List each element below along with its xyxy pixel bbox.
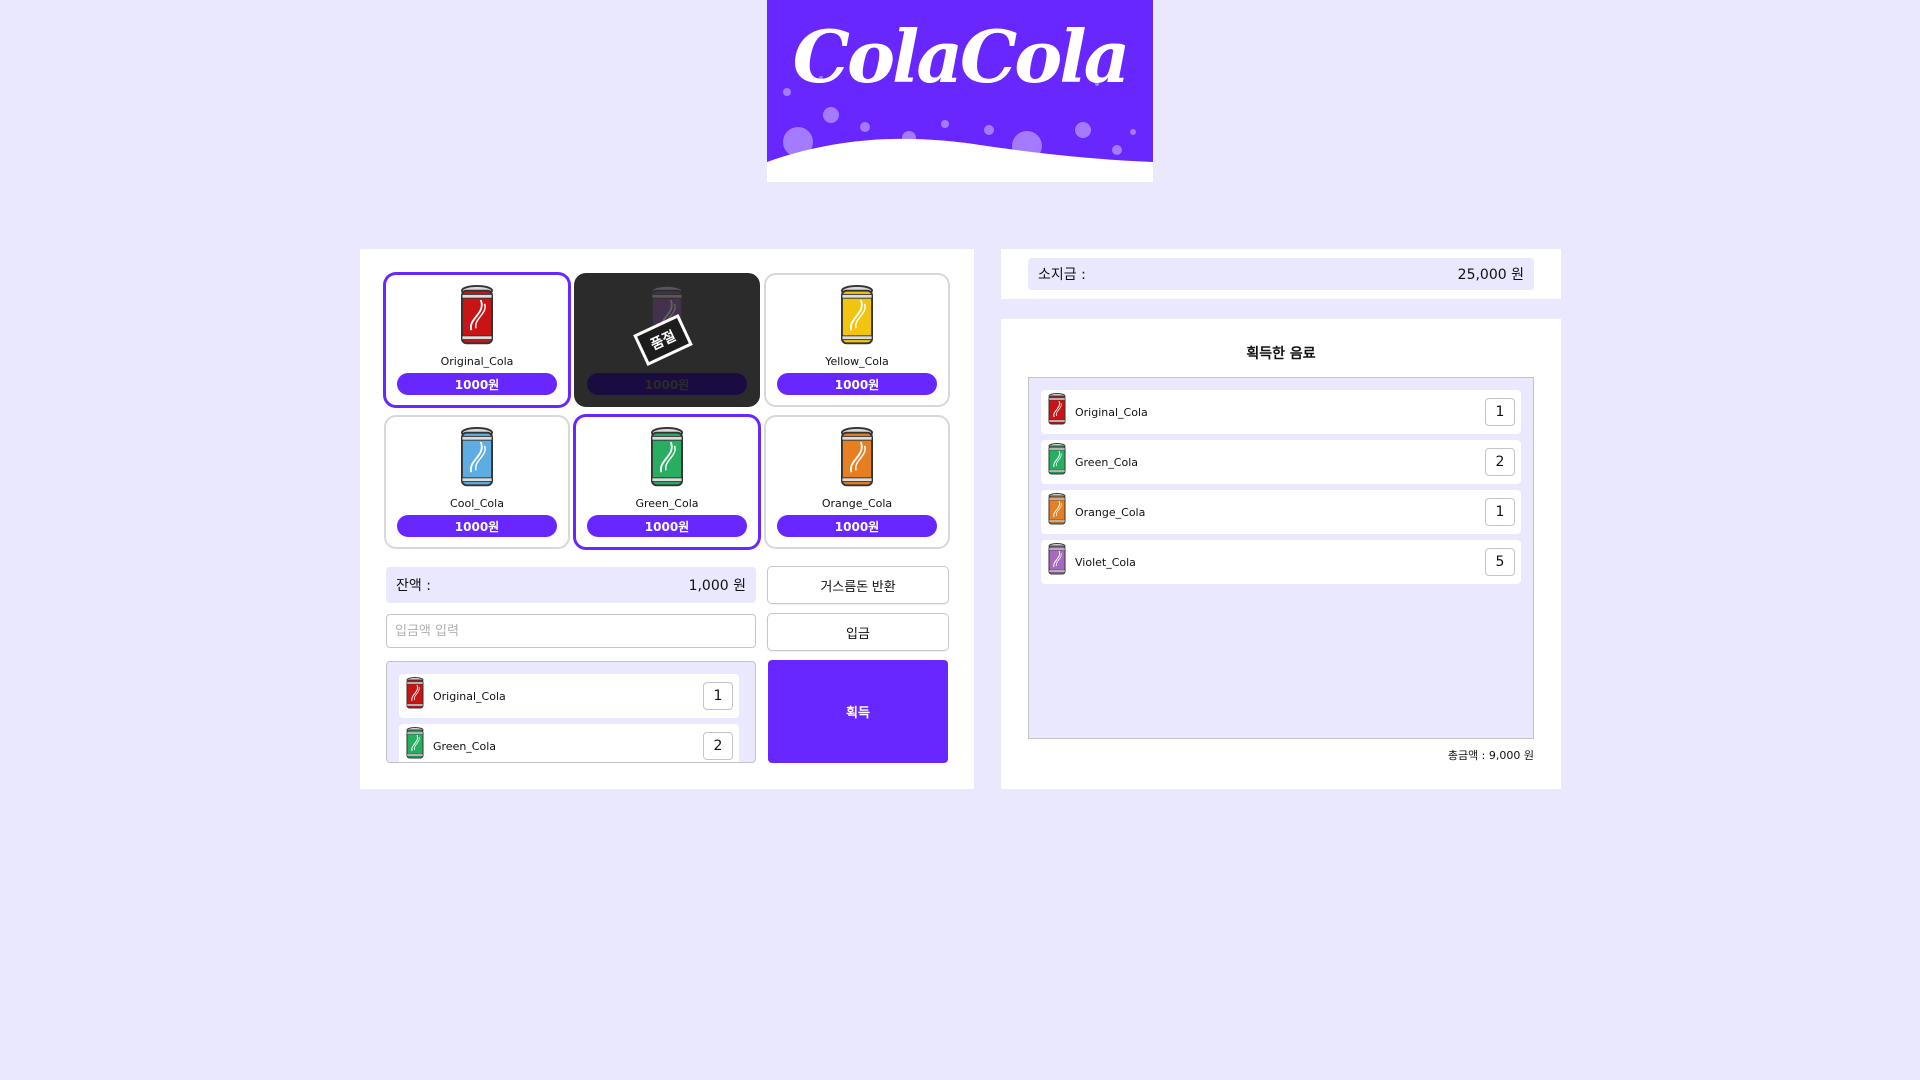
acquired-list[interactable]: Original_Cola 1 Green_Cola 2 Orange_Cola 1 Vio… xyxy=(1028,377,1534,739)
cola-price: 1000원 xyxy=(397,373,557,395)
list-item: Original_Cola 1 xyxy=(399,674,739,718)
deposit-input[interactable] xyxy=(386,614,756,648)
list-item: Green_Cola 2 xyxy=(1041,440,1521,484)
get-button[interactable]: 획득 xyxy=(768,660,948,763)
list-item: Green_Cola 2 xyxy=(399,724,739,762)
deposit-button[interactable]: 입금 xyxy=(768,614,948,650)
cola-can-icon xyxy=(838,285,876,353)
acquired-panel: 획득한 음료 Original_Cola 1 Green_Cola 2 Orange_C… xyxy=(1001,319,1561,789)
cola-name: Green_Cola xyxy=(635,497,699,510)
wallet-panel: 소지금 : 25,000 원 xyxy=(1001,249,1561,299)
cola-card[interactable]: Violet_Cola 1000원 품절 xyxy=(576,275,758,405)
cola-name: Original_Cola xyxy=(440,355,514,368)
balance-display: 잔액 : 1,000 원 xyxy=(386,567,756,603)
item-name: Original_Cola xyxy=(1075,405,1148,419)
cola-price: 1000원 xyxy=(587,515,747,537)
cola-can-icon xyxy=(405,727,425,762)
wallet-label: 소지금 : xyxy=(1038,267,1086,283)
cola-grid: Original_Cola 1000원 Violet_Cola 1000원 품절 Yell… xyxy=(386,275,948,547)
wallet-display: 소지금 : 25,000 원 xyxy=(1028,258,1534,290)
cola-price: 1000원 xyxy=(397,515,557,537)
list-item: Original_Cola 1 xyxy=(1041,390,1521,434)
return-change-button[interactable]: 거스름돈 반환 xyxy=(768,567,948,603)
cola-name: Cool_Cola xyxy=(450,497,504,510)
item-quantity: 1 xyxy=(1485,498,1515,526)
cola-price: 1000원 xyxy=(777,515,937,537)
item-quantity: 5 xyxy=(1485,548,1515,576)
list-item: Orange_Cola 1 xyxy=(1041,490,1521,534)
item-name: Green_Cola xyxy=(433,739,497,753)
cola-can-icon xyxy=(1047,443,1067,481)
cola-can-icon xyxy=(838,427,876,495)
cola-card[interactable]: Cool_Cola 1000원 xyxy=(386,417,568,547)
acquired-title: 획득한 음료 xyxy=(1246,346,1316,362)
cola-can-icon xyxy=(1047,493,1067,531)
cola-can-icon xyxy=(458,285,496,353)
item-name: Violet_Cola xyxy=(1075,555,1136,569)
item-quantity: 2 xyxy=(1485,448,1515,476)
cola-name: Orange_Cola xyxy=(821,497,893,510)
vending-machine-panel: Original_Cola 1000원 Violet_Cola 1000원 품절 Yell… xyxy=(360,249,974,789)
item-name: Orange_Cola xyxy=(1075,505,1146,519)
item-quantity: 1 xyxy=(1485,398,1515,426)
cola-card[interactable]: Original_Cola 1000원 xyxy=(386,275,568,405)
balance-label: 잔액 : xyxy=(396,578,431,594)
cola-card[interactable]: Green_Cola 1000원 xyxy=(576,417,758,547)
cola-name: Yellow_Cola xyxy=(825,355,889,368)
wallet-value: 25,000 원 xyxy=(1457,267,1524,283)
item-quantity: 2 xyxy=(703,732,733,760)
cola-can-icon xyxy=(458,427,496,495)
list-item: Violet_Cola 5 xyxy=(1041,540,1521,584)
cola-price: 1000원 xyxy=(777,373,937,395)
item-name: Original_Cola xyxy=(433,689,506,703)
item-name: Green_Cola xyxy=(1075,455,1139,469)
cola-price: 1000원 xyxy=(587,373,747,395)
cola-card[interactable]: Orange_Cola 1000원 xyxy=(766,417,948,547)
cola-can-icon xyxy=(1047,393,1067,431)
colacola-logo: ColaCola xyxy=(767,0,1153,182)
total-amount: 총금액 : 9,000 원 xyxy=(1447,749,1534,762)
cola-can-icon xyxy=(1047,543,1067,581)
logo-text: ColaCola xyxy=(792,14,1131,99)
staged-cola-list[interactable]: Original_Cola 1 Green_Cola 2 xyxy=(386,661,756,763)
item-quantity: 1 xyxy=(703,682,733,710)
balance-value: 1,000 원 xyxy=(688,578,746,594)
cola-can-icon xyxy=(405,677,425,715)
cola-can-icon xyxy=(648,427,686,495)
cola-card[interactable]: Yellow_Cola 1000원 xyxy=(766,275,948,405)
